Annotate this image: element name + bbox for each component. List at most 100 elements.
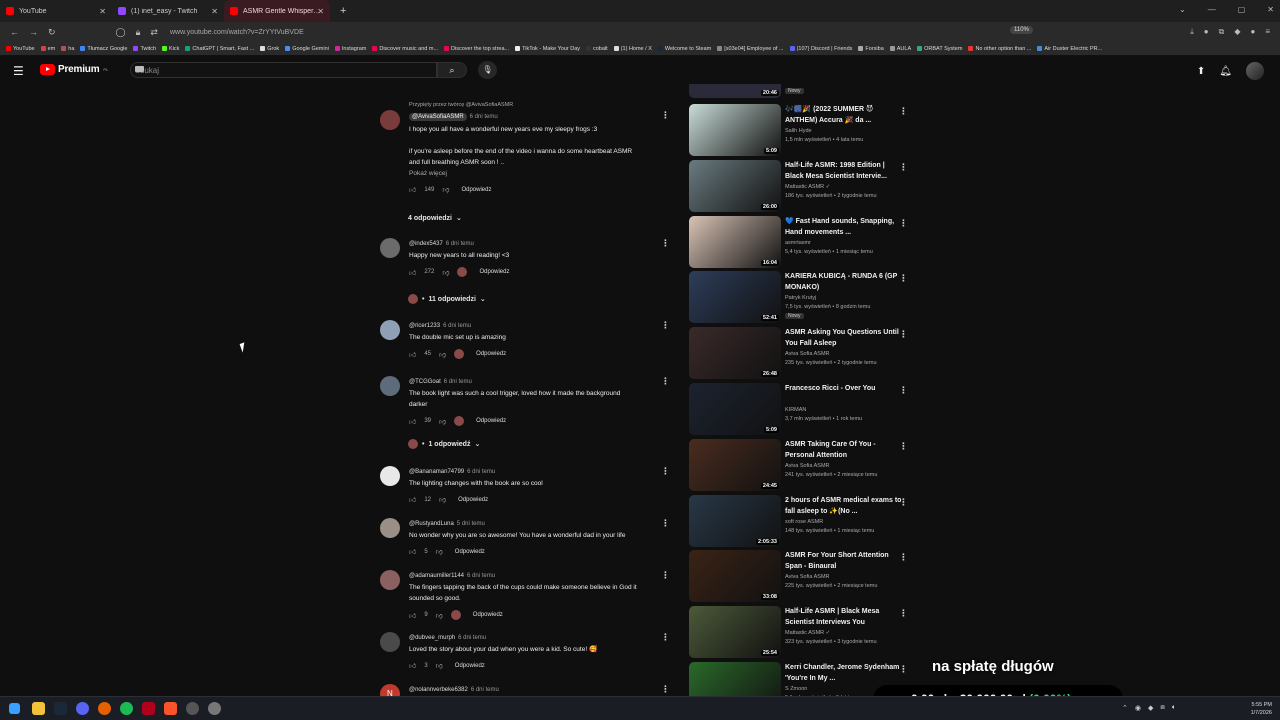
bookmark-item[interactable]: Google Gemini (285, 46, 329, 52)
reply-button[interactable]: Odpowiedz (455, 663, 485, 669)
thumbs-up-icon[interactable]: 👍︎ (409, 547, 416, 556)
url-bar[interactable]: www.youtube.com/watch?v=ZrYYtVuBVDE (170, 29, 304, 36)
tray-icon[interactable]: ◆ (1148, 704, 1153, 712)
comment-timestamp[interactable]: 6 dni temu (467, 573, 495, 579)
avatar[interactable] (380, 320, 400, 340)
video-channel[interactable]: Mattastic ASMR ✓ (785, 630, 830, 636)
thumbs-up-icon[interactable]: 👍︎ (409, 417, 416, 426)
video-thumbnail[interactable] (689, 662, 781, 696)
author-handle[interactable]: @adamaumiller1144 (409, 573, 464, 579)
avatar[interactable] (380, 570, 400, 590)
more-options-icon[interactable]: ⋮ (661, 110, 670, 121)
thumbs-up-icon[interactable]: 👍︎ (409, 268, 416, 277)
video-card[interactable]: 5:09 Francesco Ricci - Over You KIRMAN 3,7 … (688, 383, 912, 435)
author-handle[interactable]: @ricer1233 (409, 323, 440, 329)
app-icon[interactable] (142, 702, 155, 715)
video-channel[interactable]: Patryk Krutyj (785, 295, 816, 301)
bookmark-item[interactable]: Forsiba (858, 46, 884, 52)
maximize-icon[interactable]: ▢ (1238, 5, 1246, 14)
avatar[interactable] (380, 238, 400, 258)
video-thumbnail[interactable]: 24:45 (689, 438, 781, 491)
shield-icon[interactable]: ◯ (116, 27, 126, 38)
comment-timestamp[interactable]: 6 dni temu (444, 379, 472, 385)
brave-icon[interactable] (164, 702, 177, 715)
bookmark-item[interactable]: No other option than ... (968, 46, 1031, 52)
thumbs-down-icon[interactable]: 👎︎ (436, 661, 443, 670)
comment-author[interactable]: @AvivaSofiaASMR 6 dni temu (409, 113, 498, 121)
thumbs-down-icon[interactable]: 👎︎ (442, 268, 449, 277)
more-options-icon[interactable]: ⋮ (661, 684, 670, 695)
tray-icon[interactable]: ◉ (1135, 704, 1141, 712)
search-input[interactable]: Szukaj (130, 62, 437, 78)
bookmark-item[interactable]: [s03e04] Employee of ... (717, 46, 784, 52)
video-channel[interactable]: Aviva Sofia ASMR (785, 574, 830, 580)
video-card[interactable]: 52:41 KARIERA KUBICĄ - RUNDA 6 (GP MONAKO… (688, 271, 912, 324)
thumbs-down-icon[interactable]: 👎︎ (439, 417, 446, 426)
discord-icon[interactable] (76, 702, 89, 715)
browser-tab-asmr[interactable]: ASMR Gentle Whispers And Sleep ✕ (224, 0, 330, 22)
spotify-icon[interactable] (120, 702, 133, 715)
bookmark-item[interactable]: Instagram (334, 46, 366, 52)
comment-author[interactable]: @TCGGoat 6 dni temu (409, 379, 472, 385)
tray-icon[interactable]: ⌃ (1122, 704, 1128, 712)
more-options-icon[interactable]: ⋮ (899, 106, 908, 117)
video-thumbnail[interactable]: 5:09 (689, 383, 781, 435)
more-options-icon[interactable]: ⋮ (661, 518, 670, 529)
search-button[interactable]: ⌕ (437, 62, 467, 78)
thumbs-up-icon[interactable]: 👍︎ (409, 611, 416, 620)
new-tab-button[interactable]: + (340, 5, 346, 17)
avatar[interactable] (380, 518, 400, 538)
avatar[interactable] (380, 466, 400, 486)
view-replies-button[interactable]: 4 odpowiedzi ⌄ (408, 214, 462, 223)
view-replies-button[interactable]: • 1 odpowiedź ⌄ (408, 439, 480, 449)
reply-button[interactable]: Odpowiedz (458, 497, 488, 503)
bookmark-item[interactable]: Welcome to Steam (657, 46, 711, 52)
view-replies-button[interactable]: • 11 odpowiedzi ⌄ (408, 294, 486, 304)
reply-button[interactable]: Odpowiedz (455, 549, 485, 555)
comment-timestamp[interactable]: 6 dni temu (443, 323, 471, 329)
comment-timestamp[interactable]: 5 dni temu (457, 521, 485, 527)
obs-icon[interactable] (186, 702, 199, 715)
volume-icon[interactable]: 🔈︎ (1172, 704, 1176, 712)
video-card[interactable]: 26:00 Half-Life ASMR: 1998 Edition | Blac… (688, 159, 912, 212)
hamburger-menu-icon[interactable]: ☰ (13, 64, 24, 78)
thumbs-up-icon[interactable]: 👍︎ (409, 495, 416, 504)
windows-start-icon[interactable] (9, 703, 20, 714)
download-icon[interactable]: ⤓ (1190, 27, 1194, 37)
keyboard-icon[interactable] (135, 66, 144, 72)
bookmark-item[interactable]: Tłumacz Google (80, 46, 127, 52)
more-options-icon[interactable]: ⋮ (899, 608, 908, 619)
bookmark-item[interactable]: cobalt (586, 46, 608, 52)
browser-tab-twitch[interactable]: (1) inet_easy - Twitch ✕ (112, 0, 224, 22)
thumbs-up-icon[interactable]: 👍︎ (409, 185, 416, 194)
avatar[interactable] (380, 632, 400, 652)
reply-button[interactable]: Odpowiedz (461, 187, 491, 193)
extension-icon[interactable]: ● (1204, 27, 1209, 37)
reply-button[interactable]: Odpowiedz (476, 351, 506, 357)
bookmark-item[interactable]: Discover the top strea... (444, 46, 509, 52)
bookmark-item[interactable]: Kick (162, 46, 179, 52)
bookmark-item[interactable]: YouTube (6, 46, 35, 52)
zoom-indicator[interactable]: 110% (1010, 26, 1033, 34)
more-options-icon[interactable]: ⋮ (899, 385, 908, 396)
comment-author[interactable]: @index5437 6 dni temu (409, 241, 474, 247)
video-thumbnail[interactable]: 26:48 (689, 327, 781, 380)
author-handle[interactable]: @RustyandLuna (409, 521, 454, 527)
video-channel[interactable]: soft rose ASMR (785, 519, 823, 525)
comment-author[interactable]: @ricer1233 6 dni temu (409, 323, 471, 329)
author-handle[interactable]: @AvivaSofiaASMR (409, 113, 467, 121)
comment-timestamp[interactable]: 6 dni temu (467, 469, 495, 475)
video-channel[interactable]: KIRMAN (785, 407, 806, 413)
video-card[interactable]: 20:46 Nowy (688, 84, 912, 98)
menu-icon[interactable]: ≡ (1265, 27, 1270, 37)
more-options-icon[interactable]: ⋮ (899, 664, 908, 675)
video-title[interactable]: Kerri Chandler, Jerome Sydenham 'You're … (785, 662, 903, 684)
video-card[interactable]: 24:45 ASMR Taking Care Of You - Personal … (688, 438, 912, 491)
close-tab-icon[interactable]: ✕ (317, 7, 324, 16)
settings-icon[interactable] (208, 702, 221, 715)
avatar[interactable] (380, 110, 400, 130)
video-card[interactable]: 16:04 💙 Fast Hand sounds, Snapping, Hand … (688, 215, 912, 268)
forward-icon[interactable]: → (29, 27, 38, 37)
shield-icon[interactable]: ◆ (1234, 27, 1240, 37)
more-options-icon[interactable]: ⋮ (899, 273, 908, 284)
